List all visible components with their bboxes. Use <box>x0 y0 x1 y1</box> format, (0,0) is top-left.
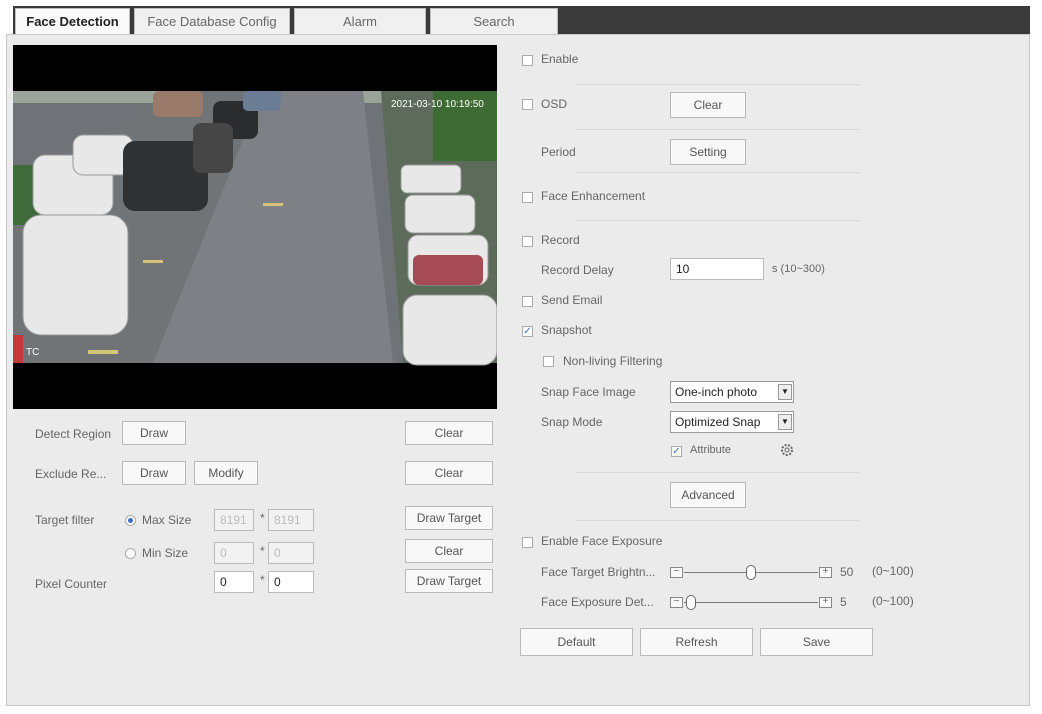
min-size-label: Min Size <box>142 546 189 560</box>
gear-icon-glyph <box>781 444 793 456</box>
max-size-width-input[interactable]: 8191 <box>214 509 254 531</box>
min-size-height-input[interactable]: 0 <box>268 542 314 564</box>
times-sign: * <box>260 511 265 525</box>
exposure-det-slider-track[interactable] <box>684 602 818 603</box>
attribute-label: Attribute <box>690 444 731 456</box>
record-delay-range: s (10~300) <box>772 263 825 275</box>
brightness-increase-button[interactable]: + <box>819 567 832 578</box>
video-timestamp: 2021-03-10 10:19:50 <box>391 99 484 110</box>
snap-mode-value: Optimized Snap <box>675 415 761 429</box>
face-enhancement-label: Face Enhancement <box>541 189 646 203</box>
advanced-button[interactable]: Advanced <box>670 482 746 508</box>
record-checkbox[interactable] <box>522 236 533 247</box>
face-exposure-det-label: Face Exposure Det... <box>541 595 654 609</box>
divider <box>575 172 860 173</box>
divider <box>575 472 860 473</box>
times-sign: * <box>260 544 265 558</box>
draw-target-button-2[interactable]: Draw Target <box>405 569 493 593</box>
max-size-height-input[interactable]: 8191 <box>268 509 314 531</box>
snap-face-image-select[interactable]: One-inch photo ▼ <box>670 381 794 403</box>
snap-mode-label: Snap Mode <box>541 415 603 429</box>
exclude-region-draw-button[interactable]: Draw <box>122 461 186 485</box>
enable-face-exposure-checkbox[interactable] <box>522 537 533 548</box>
osd-checkbox[interactable] <box>522 99 533 110</box>
min-size-width-input[interactable]: 0 <box>214 542 254 564</box>
save-button[interactable]: Save <box>760 628 873 656</box>
divider <box>575 84 860 85</box>
target-filter-label: Target filter <box>35 513 95 527</box>
send-email-label: Send Email <box>541 293 603 307</box>
divider <box>575 520 860 521</box>
max-size-label: Max Size <box>142 513 192 527</box>
period-label: Period <box>541 145 576 159</box>
brightness-slider-thumb[interactable] <box>746 565 756 580</box>
non-living-filtering-label: Non-living Filtering <box>563 354 663 368</box>
snap-mode-select[interactable]: Optimized Snap ▼ <box>670 411 794 433</box>
brightness-decrease-button[interactable]: − <box>670 567 683 578</box>
video-preview[interactable]: 2021-03-10 10:19:50 TC <box>13 45 497 409</box>
target-filter-clear-button[interactable]: Clear <box>405 539 493 563</box>
exposure-det-increase-button[interactable]: + <box>819 597 832 608</box>
face-enhancement-checkbox[interactable] <box>522 192 533 203</box>
detect-region-clear-button[interactable]: Clear <box>405 421 493 445</box>
brightness-range: (0~100) <box>872 564 914 578</box>
exposure-det-range: (0~100) <box>872 594 914 608</box>
enable-face-exposure-label: Enable Face Exposure <box>541 534 663 548</box>
exposure-det-value: 5 <box>840 595 847 609</box>
detect-region-label: Detect Region <box>35 427 112 441</box>
exposure-det-decrease-button[interactable]: − <box>670 597 683 608</box>
snap-face-image-value: One-inch photo <box>675 385 758 399</box>
max-size-radio[interactable] <box>125 515 136 526</box>
snapshot-checkbox[interactable]: ✓ <box>522 326 533 337</box>
record-label: Record <box>541 233 580 247</box>
record-delay-input[interactable]: 10 <box>670 258 764 280</box>
attribute-checkbox[interactable]: ✓ <box>671 446 682 457</box>
snapshot-label: Snapshot <box>541 323 592 337</box>
non-living-filtering-checkbox[interactable] <box>543 356 554 367</box>
face-target-brightness-label: Face Target Brightn... <box>541 565 656 579</box>
period-setting-button[interactable]: Setting <box>670 139 746 165</box>
enable-checkbox[interactable] <box>522 55 533 66</box>
video-corner-label: TC <box>26 347 40 358</box>
tab-face-detection[interactable]: Face Detection <box>15 8 130 34</box>
pixel-counter-label: Pixel Counter <box>35 577 108 591</box>
exposure-det-slider-thumb[interactable] <box>685 595 696 610</box>
chevron-down-icon: ▼ <box>778 414 792 430</box>
enable-label: Enable <box>541 52 579 66</box>
divider <box>575 220 860 221</box>
detect-region-draw-button[interactable]: Draw <box>122 421 186 445</box>
send-email-checkbox[interactable] <box>522 296 533 307</box>
refresh-button[interactable]: Refresh <box>640 628 753 656</box>
chevron-down-icon: ▼ <box>778 384 792 400</box>
tab-search[interactable]: Search <box>430 8 558 34</box>
gear-icon[interactable] <box>780 443 794 457</box>
exclude-region-clear-button[interactable]: Clear <box>405 461 493 485</box>
exclude-region-modify-button[interactable]: Modify <box>194 461 258 485</box>
min-size-radio[interactable] <box>125 548 136 559</box>
default-button[interactable]: Default <box>520 628 633 656</box>
osd-label: OSD <box>541 97 568 111</box>
brightness-value: 50 <box>840 565 854 579</box>
pixel-counter-width-input[interactable]: 0 <box>214 571 254 593</box>
draw-target-button-1[interactable]: Draw Target <box>405 506 493 530</box>
record-delay-label: Record Delay <box>541 263 614 277</box>
times-sign: * <box>260 573 265 587</box>
osd-clear-button[interactable]: Clear <box>670 92 746 118</box>
tab-alarm[interactable]: Alarm <box>294 8 426 34</box>
divider <box>575 129 860 130</box>
exclude-region-label: Exclude Re... <box>35 467 107 481</box>
tab-face-database-config[interactable]: Face Database Config <box>134 8 290 34</box>
snap-face-image-label: Snap Face Image <box>541 385 636 399</box>
pixel-counter-height-input[interactable]: 0 <box>268 571 314 593</box>
